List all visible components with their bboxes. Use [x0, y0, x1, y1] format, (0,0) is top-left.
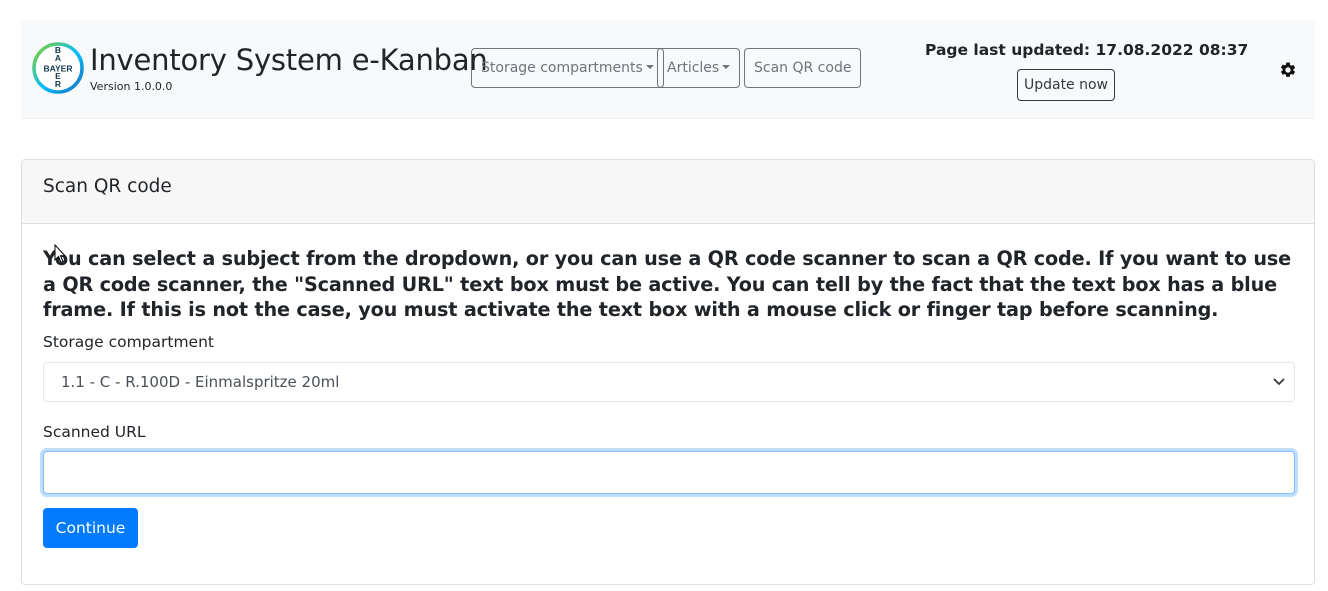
caret-down-icon: [722, 65, 731, 69]
storage-compartment-select[interactable]: 1.1 - C - R.100D - Einmalspritze 20ml: [43, 362, 1295, 402]
svg-text:R: R: [55, 79, 61, 89]
scanned-url-label: Scanned URL: [43, 423, 146, 441]
card-title: Scan QR code: [43, 176, 172, 197]
caret-down-icon: [645, 65, 654, 69]
mouse-cursor-icon: [54, 244, 66, 264]
last-updated-text: Page last updated: 17.08.2022 08:37: [925, 41, 1249, 59]
gear-icon[interactable]: [1279, 61, 1297, 79]
app-version: Version 1.0.0.0: [90, 80, 173, 93]
storage-compartment-label: Storage compartment: [43, 333, 214, 351]
articles-label: Articles: [667, 60, 720, 76]
storage-compartments-dropdown[interactable]: Storage compartments: [471, 48, 664, 88]
articles-dropdown[interactable]: Articles: [657, 48, 741, 88]
scanned-url-input[interactable]: [43, 451, 1295, 494]
scan-qr-card: Scan QR code You can select a subject fr…: [21, 159, 1315, 585]
intro-text: You can select a subject from the dropdo…: [43, 247, 1291, 321]
update-now-button[interactable]: Update now: [1017, 69, 1115, 101]
card-header: [22, 160, 1314, 224]
continue-button[interactable]: Continue: [43, 508, 138, 548]
chevron-down-icon: [1273, 378, 1285, 385]
navbar: B A BAYER E R Inventory System e-Kanban …: [21, 20, 1315, 119]
app-title[interactable]: Inventory System e-Kanban: [90, 43, 488, 77]
svg-text:A: A: [55, 53, 61, 63]
storage-compartment-selected-value: 1.1 - C - R.100D - Einmalspritze 20ml: [61, 373, 340, 391]
scan-qr-code-button[interactable]: Scan QR code: [744, 48, 862, 88]
bayer-logo[interactable]: B A BAYER E R: [32, 42, 84, 94]
storage-compartments-label: Storage compartments: [481, 60, 643, 76]
